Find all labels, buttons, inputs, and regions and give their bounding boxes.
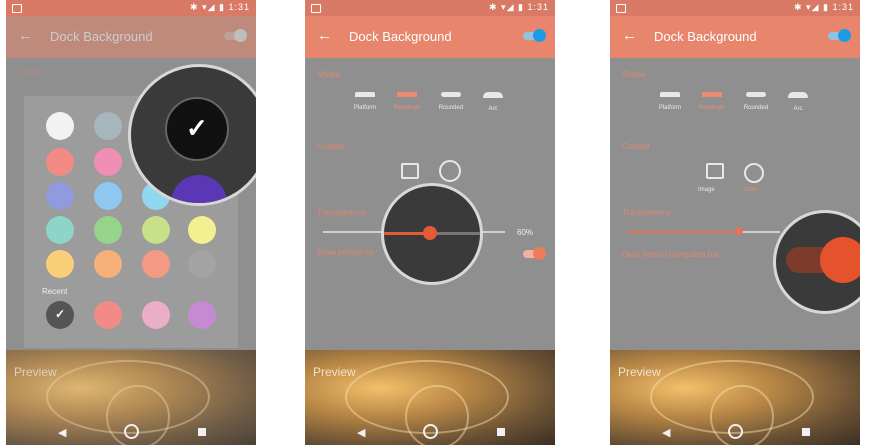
color-swatch[interactable] (46, 250, 74, 278)
color-swatch[interactable] (46, 182, 74, 210)
shape-option-platform[interactable]: Platform (650, 92, 690, 111)
app-bar: ← Dock Background (305, 16, 555, 58)
nav-bar: ◀ (6, 421, 256, 445)
selected-swatch: ✓ (165, 97, 229, 161)
status-right: ✱ ▾◢ ▮ 1:31 (489, 2, 549, 12)
color-swatch[interactable] (46, 112, 74, 140)
app-bar: ← Dock Background (610, 16, 860, 58)
notification-icon (616, 4, 626, 13)
image-icon[interactable] (706, 163, 724, 179)
slider-rest (430, 232, 480, 235)
slider-thumb[interactable] (423, 226, 437, 240)
shape-option-platform[interactable]: Platform (345, 92, 385, 111)
color-swatch[interactable] (94, 148, 122, 176)
section-shape: Shape (622, 70, 646, 79)
section-transparency: Transparency (622, 208, 671, 217)
square-recents-icon[interactable] (198, 428, 206, 436)
home-circle-icon[interactable] (124, 424, 139, 439)
more-colors-icon[interactable] (188, 250, 216, 278)
clock: 1:31 (228, 2, 250, 12)
notification-icon (12, 4, 22, 13)
color-option-icon[interactable] (744, 163, 764, 183)
section-content: Content (622, 142, 651, 151)
color-swatch[interactable] (188, 216, 216, 244)
page-title: Dock Background (349, 29, 452, 44)
status-bar: ✱ ▾◢ ▮ 1:31 (6, 0, 256, 16)
shape-option-rectangle[interactable]: Rectangle (387, 92, 427, 111)
back-arrow-icon[interactable]: ← (18, 27, 33, 44)
draw-behind-label: Draw behind navigation bar (622, 250, 720, 259)
preview-label: Preview (313, 365, 356, 379)
shape-option-rounded[interactable]: Rounded (431, 92, 471, 111)
recent-label: Recent (42, 287, 68, 296)
check-icon: ✓ (186, 113, 208, 143)
recent-swatch[interactable] (188, 301, 216, 329)
color-option-label: Color (744, 187, 759, 193)
image-option-label: Image (698, 187, 715, 193)
color-swatch[interactable] (142, 250, 170, 278)
square-recents-icon[interactable] (497, 428, 505, 436)
color-swatch[interactable] (94, 216, 122, 244)
draw-behind-toggle[interactable] (820, 237, 860, 283)
page-title: Dock Background (50, 29, 153, 44)
section-transparency: Transparency (317, 208, 366, 217)
status-right: ✱ ▾◢ ▮ 1:31 (190, 2, 250, 12)
nav-bar: ◀ (305, 421, 555, 445)
shape-option-rounded[interactable]: Rounded (736, 92, 776, 111)
triangle-back-icon[interactable]: ◀ (662, 426, 670, 439)
status-bar: ✱ ▾◢ ▮ 1:31 (610, 0, 860, 16)
section-shape: Shape (18, 68, 42, 77)
clock: 1:31 (832, 2, 854, 12)
nav-bar: ◀ (610, 421, 860, 445)
triangle-back-icon[interactable]: ◀ (58, 426, 66, 439)
image-icon[interactable] (401, 163, 419, 179)
toggle-switch[interactable] (523, 29, 546, 42)
status-right: ✱ ▾◢ ▮ 1:31 (794, 2, 854, 12)
draw-behind-label: Draw behind na (317, 248, 374, 257)
color-swatch[interactable] (46, 216, 74, 244)
square-recents-icon[interactable] (802, 428, 810, 436)
notification-icon (311, 4, 321, 13)
color-swatch[interactable] (142, 216, 170, 244)
back-arrow-icon[interactable]: ← (622, 27, 637, 44)
status-bar: ✱ ▾◢ ▮ 1:31 (305, 0, 555, 16)
shape-option-arc[interactable]: Arc (473, 92, 513, 112)
purple-swatch (171, 175, 227, 203)
phone-screen-color-picker: ✱ ▾◢ ▮ 1:31 ← Dock Background Shape ✓ Re… (6, 0, 256, 445)
color-swatch[interactable] (94, 250, 122, 278)
transparency-value: 60% (517, 228, 534, 237)
clock: 1:31 (527, 2, 549, 12)
magnifier-lens (381, 183, 483, 285)
preview-label: Preview (618, 365, 661, 379)
recent-swatch-selected[interactable]: ✓ (46, 301, 74, 329)
phone-screen-draw-behind: ✱ ▾◢ ▮ 1:31 ← Dock Background Shape Cont… (610, 0, 860, 445)
transparency-slider-track[interactable] (740, 231, 780, 233)
toggle-switch[interactable] (224, 29, 247, 42)
home-circle-icon[interactable] (728, 424, 743, 439)
section-content: Content (317, 142, 346, 151)
draw-behind-toggle[interactable] (523, 247, 546, 260)
transparency-slider-fill (628, 231, 740, 233)
phone-screen-transparency: ✱ ▾◢ ▮ 1:31 ← Dock Background Shape Cont… (305, 0, 555, 445)
recent-swatch[interactable] (94, 301, 122, 329)
color-swatch[interactable] (46, 148, 74, 176)
page-title: Dock Background (654, 29, 757, 44)
slider-thumb[interactable] (735, 227, 743, 235)
shape-option-arc[interactable]: Arc (778, 92, 818, 112)
home-circle-icon[interactable] (423, 424, 438, 439)
recent-swatch[interactable] (142, 301, 170, 329)
triangle-back-icon[interactable]: ◀ (357, 426, 365, 439)
section-shape: Shape (317, 70, 341, 79)
shape-option-rectangle[interactable]: Rectangle (692, 92, 732, 111)
color-swatch[interactable] (94, 112, 122, 140)
check-icon: ✓ (55, 307, 66, 321)
toggle-switch[interactable] (828, 29, 851, 42)
back-arrow-icon[interactable]: ← (317, 27, 332, 44)
color-swatch[interactable] (94, 182, 122, 210)
app-bar: ← Dock Background (6, 16, 256, 58)
color-option-icon[interactable] (439, 160, 461, 182)
preview-label: Preview (14, 365, 57, 379)
